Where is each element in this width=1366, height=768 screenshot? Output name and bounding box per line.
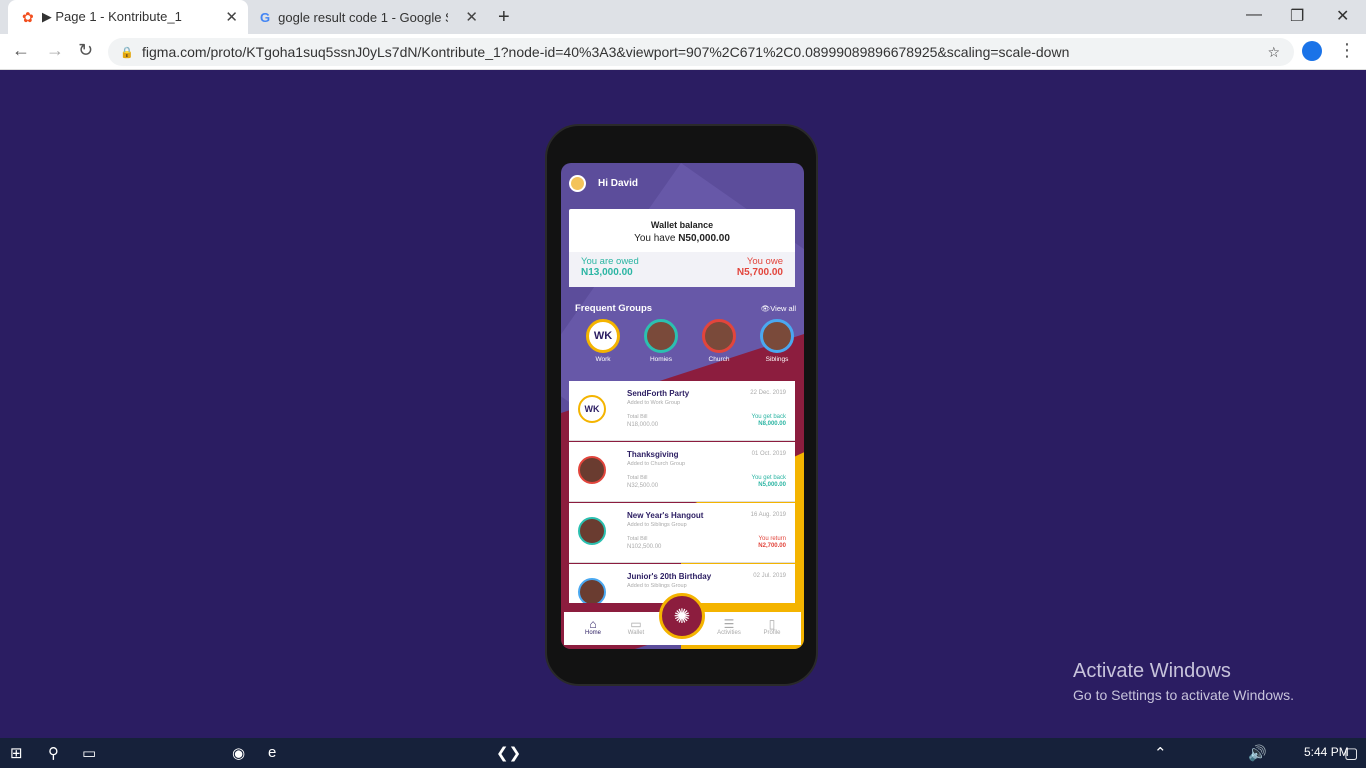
owed-summary: You are owed N13,000.00 You owe N5,700.00 <box>569 252 795 287</box>
tray-up-icon[interactable]: ⌃ <box>1154 744 1167 762</box>
group-church[interactable]: Church <box>701 319 737 363</box>
forward-icon[interactable]: → <box>46 40 64 61</box>
group-avatar: WK <box>586 319 620 353</box>
tab-title: gogle result code 1 - Google Sea <box>278 9 448 25</box>
group-avatar <box>578 456 606 484</box>
menu-icon[interactable]: ⋮ <box>1338 40 1356 61</box>
group-avatar <box>578 578 606 603</box>
group-avatar <box>760 319 794 353</box>
tab-figma[interactable]: ✿ ▶ Page 1 - Kontribute_1 ✕ <box>8 0 248 34</box>
url-text: figma.com/proto/KTgoha1suq5ssnJ0yLs7dN/K… <box>142 44 1070 60</box>
close-window-button[interactable]: ✕ <box>1336 6 1349 26</box>
group-work[interactable]: WK Work <box>585 319 621 363</box>
notifications-icon[interactable]: ▢ <box>1344 744 1358 762</box>
windows-taskbar: ⊞ ⚲ ▭ ◉ e ❮❯ ⌃ 🔊 5:44 PM ▢ <box>0 738 1366 768</box>
list-item[interactable]: Thanksgiving Added to Church Group Total… <box>569 442 795 502</box>
lock-icon: 🔒 <box>120 46 134 59</box>
figma-icon: ✿ <box>22 8 34 25</box>
search-icon[interactable]: ⚲ <box>48 744 59 762</box>
minimize-button[interactable]: — <box>1246 6 1262 24</box>
browser-tab-strip: ✿ ▶ Page 1 - Kontribute_1 ✕ G gogle resu… <box>0 0 1366 34</box>
owed-value: N13,000.00 <box>581 267 633 278</box>
list-item[interactable]: New Year's Hangout Added to Siblings Gro… <box>569 503 795 563</box>
owe-value: N5,700.00 <box>736 267 783 278</box>
clock[interactable]: 5:44 PM <box>1304 745 1349 759</box>
profile-avatar-icon[interactable] <box>1302 41 1322 61</box>
reload-icon[interactable]: ↻ <box>78 40 93 61</box>
wallet-title: Wallet balance <box>650 220 714 230</box>
nav-home[interactable]: ⌂ Home <box>576 612 610 645</box>
owe-label: You owe <box>746 256 783 267</box>
group-siblings[interactable]: Siblings <box>759 319 795 363</box>
nav-wallet[interactable]: ▭ Wallet <box>619 612 653 645</box>
add-contribution-button[interactable]: ✺ <box>659 593 705 639</box>
new-tab-button[interactable]: + <box>498 0 510 34</box>
tab-google[interactable]: G gogle result code 1 - Google Sea ✕ <box>250 0 488 34</box>
view-all-link[interactable]: 👁View all <box>761 304 796 313</box>
group-homies[interactable]: Homies <box>643 319 679 363</box>
google-icon: G <box>260 9 271 25</box>
nav-profile[interactable]: ▯ Profile <box>755 612 789 645</box>
avatar[interactable] <box>569 175 586 192</box>
frequent-groups-title: Frequent Groups <box>575 303 653 314</box>
star-icon[interactable]: ☆ <box>1267 44 1280 61</box>
figma-prototype-canvas: Hi David Wallet balance You have N50,000… <box>0 70 1366 738</box>
address-bar[interactable]: 🔒 figma.com/proto/KTgoha1suq5ssnJ0yLs7dN… <box>108 38 1294 66</box>
greeting-text: Hi David <box>598 178 639 189</box>
greeting: Hi David <box>569 175 638 192</box>
group-avatar <box>702 319 736 353</box>
kontribute-logo-icon: ✺ <box>673 605 691 628</box>
app-screen: Hi David Wallet balance You have N50,000… <box>561 163 804 649</box>
edge-icon[interactable]: e <box>268 744 276 761</box>
back-icon[interactable]: ← <box>12 40 30 61</box>
vscode-icon[interactable]: ❮❯ <box>496 744 521 762</box>
wallet-card[interactable]: Wallet balance You have N50,000.00 You a… <box>569 209 795 287</box>
nav-activities[interactable]: ☰ Activities <box>712 612 746 645</box>
list-item[interactable]: WK SendForth Party Added to Work Group T… <box>569 381 795 441</box>
phone-frame: Hi David Wallet balance You have N50,000… <box>545 124 818 686</box>
task-view-icon[interactable]: ▭ <box>82 744 96 762</box>
group-avatar <box>578 517 606 545</box>
profile-icon: ▯ <box>768 617 776 631</box>
owed-label: You are owed <box>581 256 639 267</box>
chrome-icon[interactable]: ◉ <box>232 744 245 762</box>
group-avatar: WK <box>578 395 606 423</box>
group-list: WK Work Homies Church Siblings <box>585 319 795 363</box>
browser-toolbar: ← → ↻ 🔒 figma.com/proto/KTgoha1suq5ssnJ0… <box>0 34 1366 70</box>
activities-icon: ☰ <box>723 617 735 631</box>
activate-windows-watermark: Activate Windows Go to Settings to activ… <box>1073 660 1294 703</box>
wallet-icon: ▭ <box>630 617 642 631</box>
home-icon: ⌂ <box>589 617 597 631</box>
group-avatar <box>644 319 678 353</box>
close-tab-icon[interactable]: ✕ <box>225 8 238 26</box>
maximize-button[interactable]: ❐ <box>1290 6 1304 26</box>
volume-icon[interactable]: 🔊 <box>1248 744 1267 762</box>
close-tab-icon[interactable]: ✕ <box>465 8 478 26</box>
windows-start-icon[interactable]: ⊞ <box>10 744 23 762</box>
activity-list: WK SendForth Party Added to Work Group T… <box>569 381 795 603</box>
wallet-balance: You have N50,000.00 <box>634 233 730 244</box>
tab-title: ▶ Page 1 - Kontribute_1 <box>41 9 182 24</box>
